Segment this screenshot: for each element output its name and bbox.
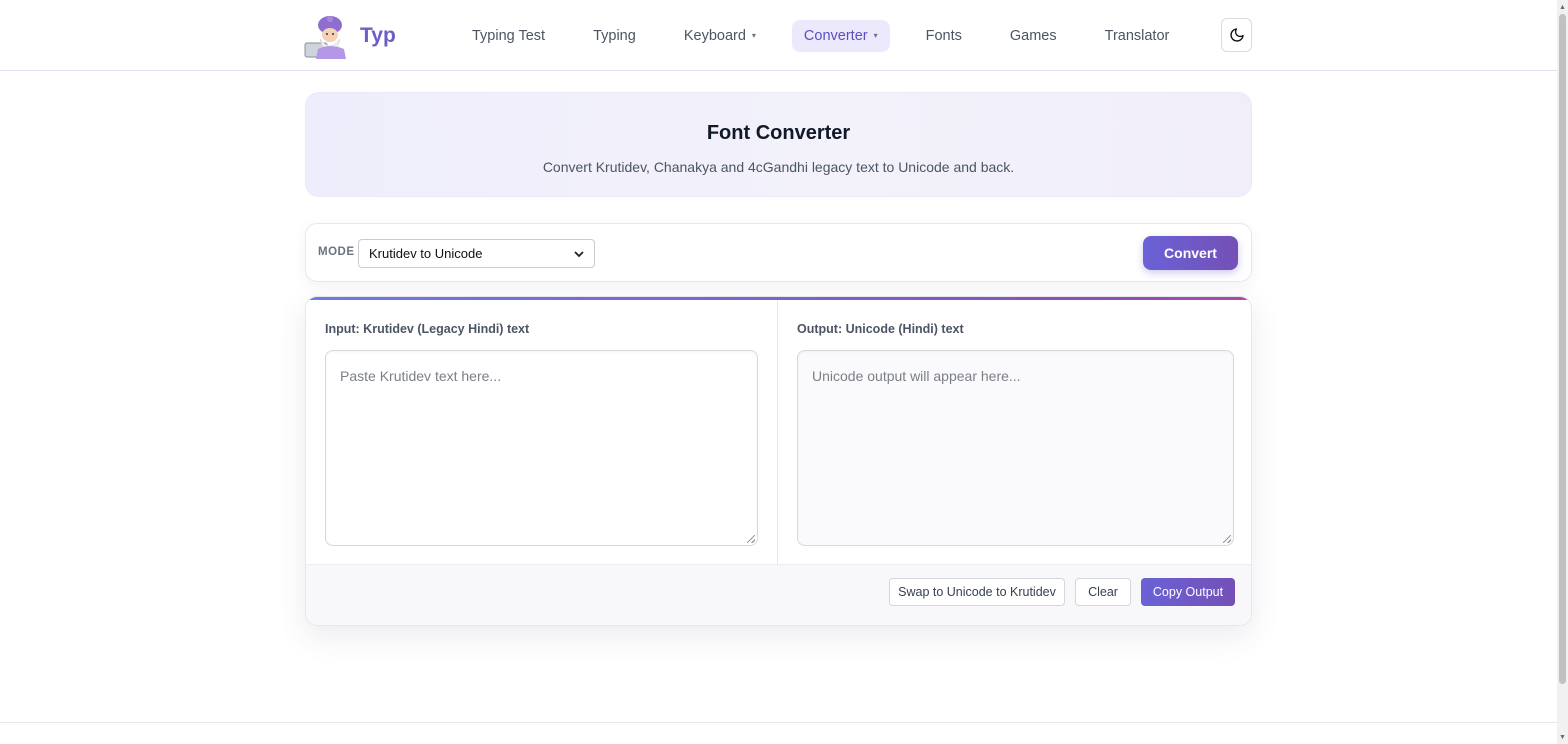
mode-label: MODE [318, 246, 355, 258]
convert-button[interactable]: Convert [1143, 236, 1238, 270]
nav-item-label: Converter [803, 27, 868, 44]
resize-handle-icon[interactable] [1223, 535, 1231, 543]
output-column: Output: Unicode (Hindi) text Unicode out… [778, 300, 1251, 564]
input-textarea[interactable]: Paste Krutidev text here... [325, 350, 758, 546]
nav-item-keyboard[interactable]: Keyboard ▾ [672, 20, 768, 52]
page-subtitle: Convert Krutidev, Chanakya and 4cGandhi … [542, 159, 1015, 175]
scroll-up-icon[interactable]: ▲ [1557, 1, 1568, 13]
page-scrollbar[interactable]: ▲ ▼ [1557, 0, 1568, 744]
converter-toolbar: MODE Krutidev to Unicode Convert [305, 223, 1252, 282]
input-column: Input: Krutidev (Legacy Hindi) text Past… [306, 300, 778, 564]
swap-mode-button[interactable]: Swap to Unicode to Krutidev [889, 578, 1065, 606]
page-title: Font Converter [706, 122, 851, 144]
moon-icon [1229, 28, 1244, 42]
mode-selected-value: Krutidev to Unicode [369, 246, 483, 261]
brand-name[interactable]: Typ [360, 24, 396, 48]
resize-handle-icon[interactable] [747, 535, 755, 543]
hero-banner: Font Converter Convert Krutidev, Chanaky… [305, 92, 1252, 197]
navbar-inner: Typ Typing Test Typing Keyboard ▾ Conver… [304, 0, 1252, 71]
clear-button[interactable]: Clear [1075, 578, 1131, 606]
nav-item-label: Typing Test [472, 27, 546, 44]
mascot-logo-icon[interactable] [304, 13, 350, 59]
output-label: Output: Unicode (Hindi) text [797, 322, 964, 336]
theme-toggle-button[interactable] [1221, 18, 1252, 52]
nav-item-label: Keyboard [683, 27, 746, 44]
nav-item-translator[interactable]: Translator [1093, 20, 1182, 52]
mode-select[interactable]: Krutidev to Unicode [358, 239, 595, 268]
nav-item-label: Fonts [925, 27, 962, 44]
top-navbar: Typ Typing Test Typing Keyboard ▾ Conver… [0, 0, 1557, 71]
footer-divider [0, 722, 1557, 723]
chevron-down-icon [574, 250, 584, 257]
nav-item-typing[interactable]: Typing [581, 20, 648, 52]
brand[interactable]: Typ [304, 13, 472, 59]
panel-actions: Swap to Unicode to Krutidev Clear Copy O… [306, 564, 1251, 625]
nav-item-label: Typing [593, 27, 636, 44]
nav-item-converter[interactable]: Converter ▾ [791, 19, 890, 52]
converter-panel: Input: Krutidev (Legacy Hindi) text Past… [305, 296, 1252, 626]
copy-output-button[interactable]: Copy Output [1141, 578, 1235, 606]
nav-links: Typing Test Typing Keyboard ▾ Converter … [460, 0, 1181, 71]
chevron-down-icon: ▾ [873, 31, 878, 40]
nav-item-label: Games [1009, 27, 1057, 44]
input-label: Input: Krutidev (Legacy Hindi) text [325, 322, 530, 336]
output-textarea[interactable]: Unicode output will appear here... [797, 350, 1234, 546]
nav-item-fonts[interactable]: Fonts [914, 20, 974, 52]
chevron-down-icon: ▾ [751, 31, 756, 40]
nav-item-games[interactable]: Games [998, 20, 1069, 52]
output-placeholder: Unicode output will appear here... [812, 368, 1021, 384]
nav-item-typing-test[interactable]: Typing Test [460, 20, 557, 52]
input-placeholder: Paste Krutidev text here... [340, 368, 502, 384]
nav-item-label: Translator [1104, 27, 1170, 44]
scroll-down-icon[interactable]: ▼ [1557, 731, 1568, 743]
scrollbar-thumb[interactable] [1559, 14, 1566, 684]
